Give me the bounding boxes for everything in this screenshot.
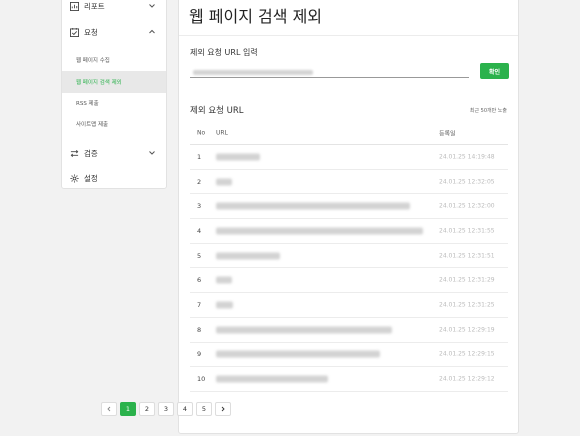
column-header-date: 등록일: [439, 130, 456, 137]
confirm-button[interactable]: 확인: [480, 63, 509, 79]
sidebar-subitem-label: 웹 페이지 수집: [76, 58, 110, 64]
table-row: 6 24.01.25 12:31:29: [190, 268, 508, 294]
table-row: 5 24.01.25 12:31:51: [190, 244, 508, 269]
row-no: 9: [197, 350, 202, 359]
row-date: 24.01.25 12:29:15: [439, 350, 495, 358]
row-no: 2: [197, 177, 202, 186]
sidebar-item-report[interactable]: 리포트: [62, 0, 166, 18]
chevron-right-icon: [221, 406, 225, 412]
next-page-button[interactable]: [215, 402, 231, 416]
table-row: 3 24.01.25 12:32:00: [190, 194, 508, 220]
prev-page-button[interactable]: [101, 402, 117, 416]
table-row: 10 24.01.25 12:29:12: [190, 367, 508, 392]
input-label: 제외 요청 URL 입력: [190, 48, 258, 57]
row-url-redacted: [216, 227, 423, 235]
row-date: 24.01.25 12:32:00: [439, 202, 495, 210]
row-url-redacted: [216, 375, 328, 383]
row-url-redacted: [216, 276, 232, 284]
sidebar-item-settings[interactable]: 설정: [62, 166, 166, 190]
request-icon: [70, 27, 79, 37]
page-button-2[interactable]: 2: [139, 402, 155, 416]
sidebar-subitem-page-collect[interactable]: 웹 페이지 수집: [62, 49, 166, 71]
verify-icon: [70, 149, 79, 157]
row-date: 24.01.25 12:31:25: [439, 301, 495, 309]
table-row: 7 24.01.25 12:31:25: [190, 293, 508, 318]
gear-icon: [70, 173, 79, 183]
row-no: 6: [197, 276, 202, 285]
row-url-redacted: [216, 153, 260, 161]
table-header: No URL 등록일: [190, 121, 508, 145]
row-url-redacted: [216, 178, 232, 186]
sidebar: 리포트 요청 웹 페이지 수집 웹 페이지 검색 제외 RSS 제출 사이트맵 …: [61, 0, 167, 189]
blurred-input-text: [193, 70, 313, 75]
sidebar-subitem-page-exclude[interactable]: 웹 페이지 검색 제외: [62, 71, 166, 93]
table-row: 9 24.01.25 12:29:15: [190, 343, 508, 368]
url-table: No URL 등록일 1 24.01.25 14:19:48 2 24.01.25 …: [190, 121, 508, 392]
chevron-down-icon: [149, 151, 155, 155]
table-row: 4 24.01.25 12:31:55: [190, 219, 508, 244]
row-date: 24.01.25 12:31:55: [439, 227, 495, 235]
sidebar-subitem-label: RSS 제출: [76, 101, 99, 107]
page-button-5[interactable]: 5: [196, 402, 212, 416]
table-row: 1 24.01.25 14:19:48: [190, 145, 508, 170]
row-no: 4: [197, 226, 202, 235]
sidebar-item-verify[interactable]: 검증: [62, 141, 166, 165]
row-date: 24.01.25 12:31:51: [439, 252, 495, 260]
row-date: 24.01.25 12:29:12: [439, 375, 495, 383]
sidebar-item-request[interactable]: 요청: [62, 20, 166, 44]
sidebar-subitem-label: 사이트맵 제출: [76, 122, 109, 128]
sidebar-subitem-rss[interactable]: RSS 제출: [62, 92, 166, 114]
table-row: 8 24.01.25 12:29:19: [190, 318, 508, 343]
row-no: 3: [197, 202, 202, 211]
chevron-up-icon: [149, 29, 155, 34]
sidebar-item-label: 검증: [84, 148, 98, 158]
table-row: 2 24.01.25 12:32:05: [190, 170, 508, 195]
row-no: 8: [197, 325, 202, 334]
main-panel: 웹 페이지 검색 제외 제외 요청 URL 입력 확인 제외 요청 URL 최근…: [178, 0, 519, 434]
row-date: 24.01.25 12:29:19: [439, 326, 495, 334]
row-date: 24.01.25 12:31:29: [439, 276, 495, 284]
row-url-redacted: [216, 350, 380, 358]
list-title: 제외 요청 URL: [190, 106, 244, 116]
report-icon: [70, 1, 79, 11]
row-date: 24.01.25 12:32:05: [439, 178, 495, 186]
row-url-redacted: [216, 326, 392, 334]
sidebar-subitem-sitemap[interactable]: 사이트맵 제출: [62, 113, 166, 135]
chevron-down-icon: [149, 4, 155, 8]
sidebar-item-label: 요청: [84, 27, 98, 37]
row-no: 7: [197, 300, 202, 309]
column-header-url: URL: [216, 129, 228, 136]
divider: [179, 35, 518, 36]
page-button-3[interactable]: 3: [158, 402, 174, 416]
chevron-left-icon: [107, 406, 111, 412]
sidebar-item-label: 설정: [84, 173, 98, 183]
sidebar-item-label: 리포트: [84, 1, 105, 11]
row-url-redacted: [216, 202, 410, 210]
row-url-redacted: [216, 252, 280, 260]
sidebar-subitem-label: 웹 페이지 검색 제외: [76, 80, 122, 86]
row-date: 24.01.25 14:19:48: [439, 153, 495, 161]
page-button-4[interactable]: 4: [177, 402, 193, 416]
list-note: 최근 50개만 노출: [469, 108, 507, 114]
row-no: 10: [197, 375, 206, 384]
page-title: 웹 페이지 검색 제외: [189, 7, 323, 26]
row-no: 5: [197, 251, 202, 260]
page-button-1[interactable]: 1: [120, 402, 136, 416]
column-header-no: No: [197, 129, 206, 136]
pagination: 1 2 3 4 5: [101, 402, 231, 416]
row-url-redacted: [216, 301, 233, 309]
row-no: 1: [197, 152, 202, 161]
